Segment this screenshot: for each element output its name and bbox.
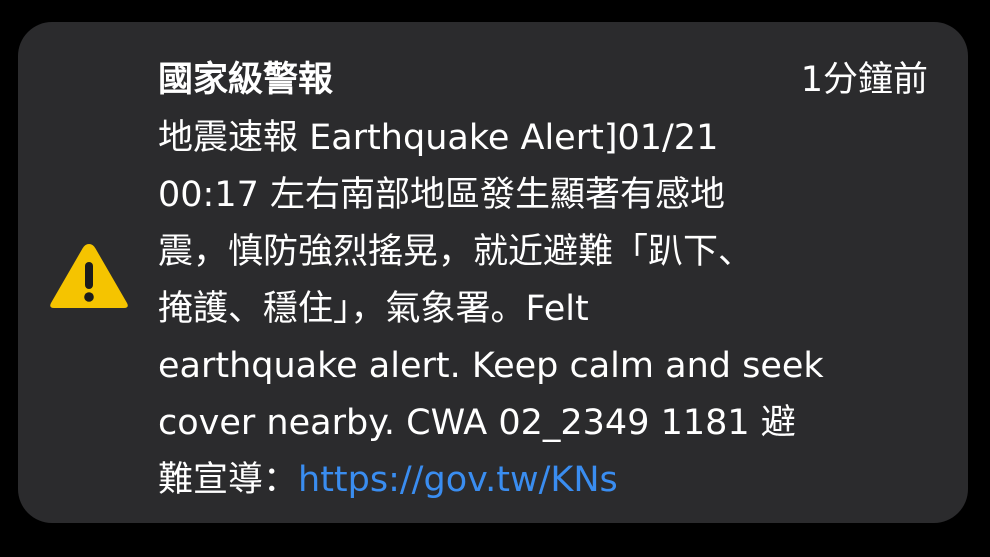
message-line: 震，慎防強烈搖晃，就近避難「趴下、: [158, 232, 754, 272]
message-line: 地震速報 Earthquake Alert]01/21: [158, 118, 719, 158]
notification-title: 國家級警報: [158, 60, 334, 100]
notification-timestamp: 1分鐘前: [800, 60, 928, 100]
notification-message: 地震速報 Earthquake Alert]01/21 00:17 左右南部地區…: [158, 110, 938, 509]
alert-info-link[interactable]: https://gov.tw/KNs: [298, 460, 618, 500]
message-line: cover nearby. CWA 02_2349 1181 避: [158, 403, 796, 443]
message-line-last: 難宣導：https://gov.tw/KNs: [158, 452, 938, 509]
message-line-prefix: 難宣導：: [158, 460, 299, 500]
message-line: 掩護、穩住」，氣象署。Felt: [158, 289, 589, 329]
warning-triangle-icon: [50, 244, 128, 308]
message-line: earthquake alert. Keep calm and seek: [158, 346, 824, 386]
alert-notification-card[interactable]: 國家級警報 1分鐘前 地震速報 Earthquake Alert]01/21 0…: [18, 22, 968, 523]
message-line: 00:17 左右南部地區發生顯著有感地: [158, 175, 725, 215]
